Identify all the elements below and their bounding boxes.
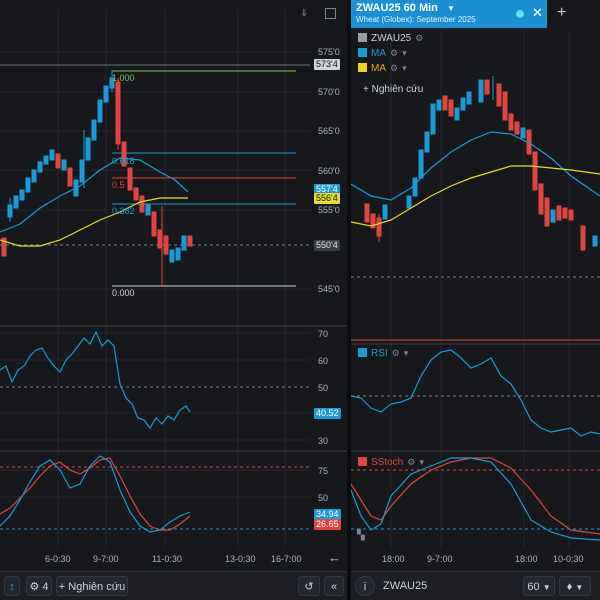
time-axis-label: 9-7:00 [427,554,453,564]
chart-type-select[interactable]: ♦ ▼ [559,576,591,596]
time-axis-label: 10-0:30 [553,554,584,564]
chevron-down-icon[interactable]: ▾ [402,63,407,73]
right-bottom-toolbar: i ZWAU25 60 ▼ ♦ ▼ [351,571,600,600]
left-ma-blue [0,157,189,233]
time-axis-label: 18:00 [515,554,538,564]
legend-item-sstoch[interactable]: SStoch ⚙ ▾ [358,455,424,469]
rsi-axis-label: 50 [318,383,329,393]
research-label: Nghiên cứu [68,581,126,593]
reset-icon: ↺ [304,581,314,593]
color-swatch [358,33,367,42]
left-chart-canvas[interactable] [0,0,347,600]
left-chart-pane[interactable]: ⇓ 575'0 570'0 565'0 560'0 555'0 545'0 57… [0,0,347,600]
chevron-down-icon[interactable]: ▾ [419,457,424,467]
price-axis-label: 555'0 [318,205,340,215]
legend-item-rsi[interactable]: RSI ⚙ ▾ [358,346,408,360]
legend-item-ma-blue[interactable]: MA ⚙ ▾ [358,46,407,60]
price-axis-label: 575'0 [318,47,340,57]
gear-icon: ⚙ [29,581,40,593]
price-axis-label: 545'0 [318,284,340,294]
left-rsi-line [0,330,191,430]
symbol-label: ZWAU25 [383,580,428,592]
close-icon[interactable]: ✕ [532,5,543,21]
info-button[interactable]: i [355,576,375,596]
price-axis-label: 570'0 [318,87,340,97]
right-candles [364,76,598,251]
left-stoch-fast [0,455,191,533]
gear-icon[interactable]: ⚙ [392,348,400,358]
gear-icon[interactable]: ⚙ [415,33,423,43]
info-icon: i [363,581,367,593]
high-price-tag: 573'4 [314,59,340,70]
legend-item-ma-yellow[interactable]: MA ⚙ ▾ [358,61,407,75]
gear-icon[interactable]: ⚙ [390,48,398,58]
collapse-button[interactable]: « [324,576,344,596]
symbol-title: ZWAU25 60 Min ▼ [356,2,455,14]
caret-down-icon: ▼ [542,583,551,592]
status-dot-icon [516,10,524,18]
stoch-axis-label: 50 [318,493,329,503]
caret-down-icon: ▼ [575,583,584,592]
scroll-icon[interactable]: ⇓ [300,8,308,19]
color-swatch [358,48,367,57]
stoch-slow-tag: 26.65 [314,519,341,530]
candlestick-icon: ♦ [566,581,573,593]
fib-label-0: 0.000 [112,288,135,298]
gear-icon[interactable]: ⚙ [390,63,398,73]
right-stoch-slow [351,457,600,535]
studies-count: 4 [42,581,49,593]
plus-icon: + [58,581,66,593]
color-swatch [358,457,367,466]
stoch-axis-label: 75 [318,466,329,476]
scroll-left-arrow-icon[interactable]: ← [328,550,341,565]
left-stoch-slow [0,457,191,531]
symbol-header[interactable]: ZWAU25 60 Min ▼ Wheat (Globex): Septembe… [351,0,547,28]
time-axis-label: 9-7:00 [93,554,119,564]
maximize-icon[interactable] [325,8,336,19]
last-price-tag: 550'4 [314,240,340,251]
interval-select[interactable]: 60 ▼ [523,576,555,596]
symbol-subtitle: Wheat (Globex): September 2025 [356,15,476,24]
fib-label-618: 0.618 [112,156,135,166]
left-bottom-toolbar: ↕ ⚙ 4 + Nghiên cứu ↺ « [0,571,347,600]
fib-label-50: 0.5 [112,180,125,190]
fib-label-382: 0.382 [112,206,135,216]
time-axis-label: 6-0:30 [45,554,71,564]
price-axis-label: 560'0 [318,166,340,176]
ma-yellow-price-tag: 556'4 [314,193,340,204]
legend-item-symbol[interactable]: ZWAU25 ⚙ [358,31,423,45]
chevron-down-icon[interactable]: ▾ [404,348,409,358]
price-axis-label: 565'0 [318,126,340,136]
caret-down-icon[interactable]: ▼ [447,4,455,13]
gear-icon[interactable]: ⚙ [407,457,415,467]
rsi-value-tag: 40.52 [314,408,341,419]
rsi-axis-label: 60 [318,356,329,366]
add-tab-icon[interactable]: + [557,4,566,22]
right-ma-blue [351,131,600,201]
time-axis-label: 13-0:30 [225,554,256,564]
time-axis-label: 16-7:00 [271,554,302,564]
research-link[interactable]: + Nghiên cứu [363,84,423,95]
research-button[interactable]: + Nghiên cứu [56,576,128,596]
rsi-axis-label: 70 [318,329,329,339]
rsi-axis-label: 30 [318,436,329,446]
plus-icon: + [363,84,369,95]
reset-button[interactable]: ↺ [298,576,320,596]
right-chart-pane[interactable]: ZWAU25 60 Min ▼ Wheat (Globex): Septembe… [351,0,600,600]
chevron-down-icon[interactable]: ▾ [402,48,407,58]
vertical-zoom-button[interactable]: ↕ [4,576,20,596]
color-swatch [358,348,367,357]
double-chevron-left-icon: « [330,581,338,593]
crosshair-icon[interactable]: ▚ [357,530,365,541]
time-axis-label: 11-0:30 [152,554,182,564]
right-rsi-line [351,349,600,437]
time-axis-label: 18:00 [382,554,405,564]
color-swatch [358,63,367,72]
fib-label-100: 1.000 [112,73,135,83]
studies-count-button[interactable]: ⚙ 4 [26,576,52,596]
